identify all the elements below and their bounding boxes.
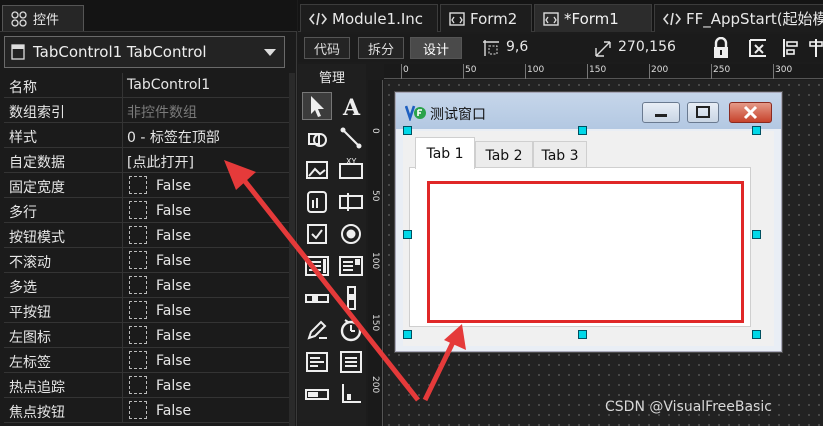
tab-1[interactable]: Tab 1 [415,137,475,169]
arrow-head [444,324,466,350]
annotation-arrows [224,160,466,402]
watermark: CSDN @VisualFreeBasic [605,399,772,415]
arrow-to-tab-page [422,336,458,402]
arrow-to-custom-data [238,173,420,402]
